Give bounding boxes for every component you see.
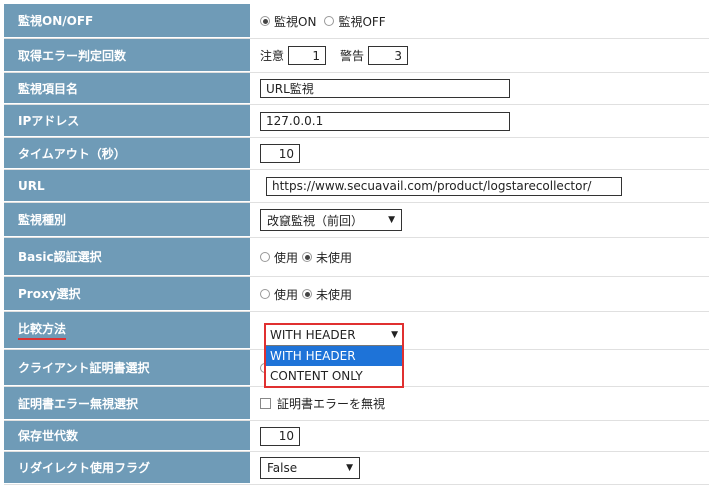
monitor-settings-form: 監視ON/OFF 監視ON 監視OFF 取得エラー判定回数 注意 1 警告 3 … bbox=[4, 4, 709, 485]
row-error-count: 取得エラー判定回数 注意 1 警告 3 bbox=[4, 39, 709, 73]
compare-select[interactable]: WITH HEADER ▼ bbox=[266, 325, 402, 346]
redirect-select[interactable]: False ▼ bbox=[260, 457, 360, 479]
radio-basic-use-label: 使用 bbox=[274, 250, 299, 265]
radio-proxy-unused-label: 未使用 bbox=[316, 287, 353, 302]
label-monitor-type: 監視種別 bbox=[4, 203, 250, 237]
compare-label-text: 比較方法 bbox=[18, 320, 67, 340]
label-proxy: Proxy選択 bbox=[4, 277, 250, 311]
label-timeout: タイムアウト（秒） bbox=[4, 138, 250, 169]
row-proxy: Proxy選択 使用 未使用 bbox=[4, 277, 709, 312]
row-basic-auth: Basic認証選択 使用 未使用 bbox=[4, 238, 709, 277]
radio-basic-unused[interactable]: 未使用 bbox=[302, 249, 352, 266]
radio-basic-unused-indicator[interactable] bbox=[302, 252, 313, 262]
url-input[interactable]: https://www.secuavail.com/product/logsta… bbox=[266, 176, 622, 196]
generations-input[interactable]: 10 bbox=[260, 426, 300, 446]
label-basic-auth: Basic認証選択 bbox=[4, 238, 250, 276]
row-monitor-onoff: 監視ON/OFF 監視ON 監視OFF bbox=[4, 4, 709, 39]
radio-basic-unused-label: 未使用 bbox=[316, 250, 353, 265]
compare-dropdown[interactable]: WITH HEADER ▼ WITH HEADER CONTENT ONLY bbox=[264, 323, 404, 388]
label-monitor-onoff: 監視ON/OFF bbox=[4, 4, 250, 38]
label-error-count: 取得エラー判定回数 bbox=[4, 39, 250, 72]
item-name-input[interactable]: URL監視 bbox=[260, 79, 510, 98]
radio-monitor-on[interactable]: 監視ON bbox=[260, 13, 316, 30]
row-timeout: タイムアウト（秒） 10 bbox=[4, 138, 709, 170]
warning-count-input[interactable]: 3 bbox=[368, 46, 409, 65]
warning-label: 警告 bbox=[340, 49, 365, 63]
monitor-type-value: 改竄監視（前回） bbox=[267, 213, 364, 228]
radio-proxy-unused-indicator[interactable] bbox=[302, 289, 313, 299]
cert-error-checkbox-label: 証明書エラーを無視 bbox=[277, 397, 386, 411]
radio-monitor-off[interactable]: 監視OFF bbox=[324, 13, 386, 30]
label-generations: 保存世代数 bbox=[4, 421, 250, 451]
label-item-name: 監視項目名 bbox=[4, 73, 250, 104]
radio-on-indicator[interactable] bbox=[260, 16, 270, 26]
redirect-value: False bbox=[267, 461, 298, 475]
radio-basic-use-indicator[interactable] bbox=[260, 252, 270, 262]
caution-label: 注意 bbox=[260, 49, 285, 63]
row-generations: 保存世代数 10 bbox=[4, 421, 709, 452]
compare-select-value: WITH HEADER bbox=[270, 328, 356, 342]
compare-option-with-header[interactable]: WITH HEADER bbox=[266, 346, 402, 366]
row-ip: IPアドレス 127.0.0.1 bbox=[4, 105, 709, 138]
label-url: URL bbox=[4, 170, 250, 202]
label-cert-error: 証明書エラー無視選択 bbox=[4, 387, 250, 420]
radio-monitor-off-label: 監視OFF bbox=[338, 14, 386, 29]
radio-proxy-use-indicator[interactable] bbox=[260, 289, 270, 299]
label-client-cert: クライアント証明書選択 bbox=[4, 350, 250, 386]
ip-input[interactable]: 127.0.0.1 bbox=[260, 111, 510, 131]
row-redirect: リダイレクト使用フラグ False ▼ bbox=[4, 452, 709, 485]
label-ip: IPアドレス bbox=[4, 105, 250, 137]
row-url: URL https://www.secuavail.com/product/lo… bbox=[4, 170, 709, 203]
chevron-down-icon: ▼ bbox=[391, 330, 398, 340]
chevron-down-icon: ▼ bbox=[346, 463, 353, 473]
monitor-type-select[interactable]: 改竄監視（前回） ▼ bbox=[260, 209, 402, 231]
radio-proxy-use-label: 使用 bbox=[274, 287, 299, 302]
compare-option-content-only[interactable]: CONTENT ONLY bbox=[266, 366, 402, 386]
radio-basic-use[interactable]: 使用 bbox=[260, 249, 298, 266]
radio-monitor-on-label: 監視ON bbox=[274, 14, 317, 29]
cert-error-checkbox[interactable] bbox=[260, 398, 271, 409]
caution-count-input[interactable]: 1 bbox=[288, 46, 327, 65]
chevron-down-icon: ▼ bbox=[388, 215, 395, 225]
radio-off-indicator[interactable] bbox=[324, 16, 335, 26]
row-cert-error: 証明書エラー無視選択 証明書エラーを無視 bbox=[4, 387, 709, 421]
label-redirect: リダイレクト使用フラグ bbox=[4, 452, 250, 484]
radio-proxy-use[interactable]: 使用 bbox=[260, 286, 298, 303]
row-item-name: 監視項目名 URL監視 bbox=[4, 73, 709, 105]
row-monitor-type: 監視種別 改竄監視（前回） ▼ bbox=[4, 203, 709, 238]
label-compare: 比較方法 bbox=[4, 312, 250, 349]
timeout-input[interactable]: 10 bbox=[260, 144, 300, 163]
radio-proxy-unused[interactable]: 未使用 bbox=[302, 286, 352, 303]
